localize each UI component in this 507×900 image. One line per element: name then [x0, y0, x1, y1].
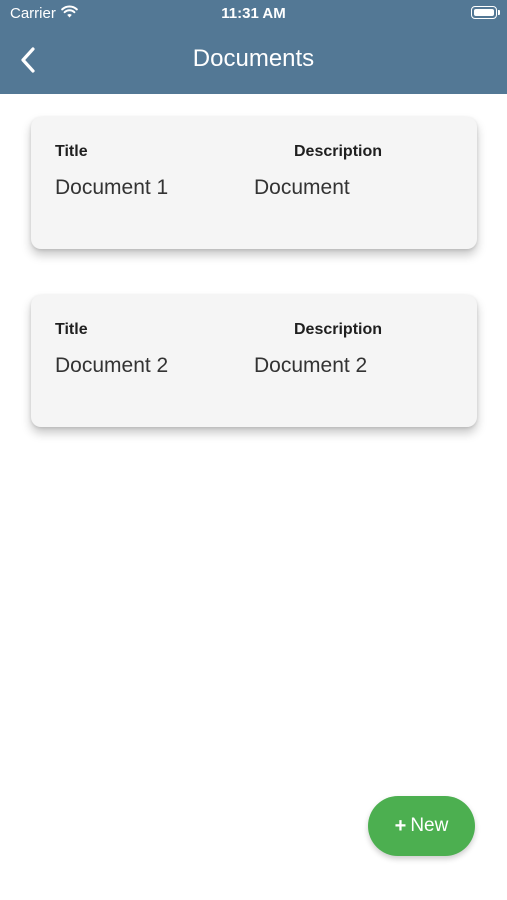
navigation-bar: Documents [0, 30, 507, 90]
status-time: 11:31 AM [221, 5, 286, 22]
document-description: Document [254, 176, 350, 199]
new-document-button[interactable]: + New [368, 796, 475, 856]
description-column-label: Description [294, 321, 383, 338]
new-button-label: New [410, 815, 449, 836]
description-column-label: Description [294, 143, 383, 160]
title-column-label: Title [55, 321, 88, 338]
app-header: Carrier 11:31 AM Documents [0, 0, 507, 94]
title-column-label: Title [55, 143, 88, 160]
document-card[interactable]: Title Description Document 2 Document 2 [31, 295, 477, 427]
page-title: Documents [192, 45, 315, 72]
status-bar: Carrier 11:31 AM [0, 0, 507, 28]
document-card[interactable]: Title Description Document 1 Document [31, 117, 477, 249]
document-description: Document 2 [254, 354, 368, 377]
document-title: Document 2 [55, 354, 169, 377]
battery-icon [471, 6, 500, 19]
plus-icon: + [394, 815, 407, 837]
document-title: Document 1 [55, 176, 169, 199]
